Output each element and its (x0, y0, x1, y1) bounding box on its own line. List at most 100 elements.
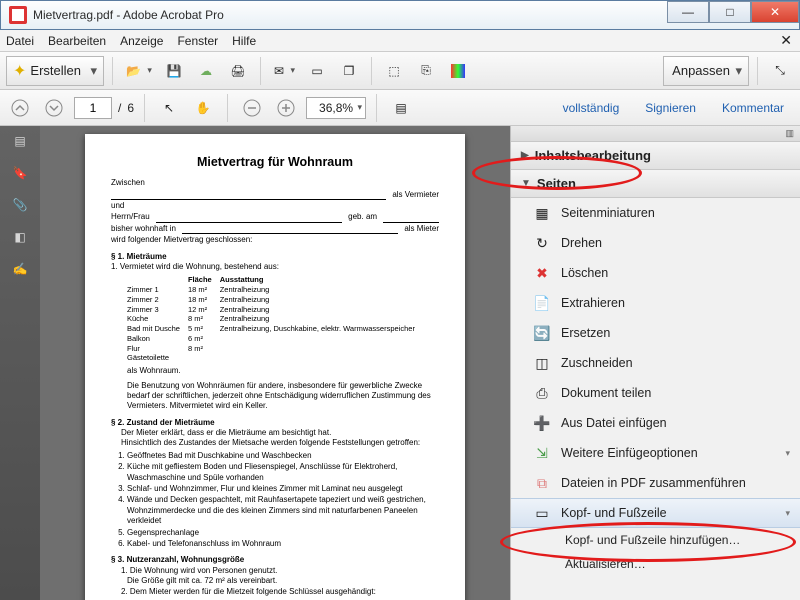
tool-item-more[interactable]: ⇲ Weitere Einfügeoptionen ▾ (511, 438, 800, 468)
crop-icon: ◫ (533, 354, 551, 372)
cursor-icon: ↖ (164, 101, 174, 115)
attachments-panel-icon[interactable]: 📎 (13, 198, 28, 212)
arrow-up-icon (11, 99, 29, 117)
menu-close-icon[interactable]: ✕ (780, 32, 792, 49)
maximize-button[interactable]: □ (709, 1, 751, 23)
page-total: 6 (127, 101, 134, 115)
thumbs-icon: ▦ (533, 204, 551, 222)
rotate-icon: ↻ (533, 234, 551, 252)
pages-icon: ❐ (344, 64, 355, 78)
mail-icon: ✉ (274, 64, 284, 78)
tool-subitem[interactable]: Kopf- und Fußzeile hinzufügen… (511, 528, 800, 552)
view-full-link[interactable]: vollständig (553, 101, 630, 115)
extract-icon: 📄 (533, 294, 551, 312)
tool-item-label: Zuschneiden (561, 356, 633, 370)
tool2-button[interactable]: ❐ (335, 57, 363, 85)
thumbnails-panel-icon[interactable]: ▤ (14, 134, 25, 148)
window-title: Mietvertrag.pdf - Adobe Acrobat Pro (33, 8, 224, 22)
document-view[interactable]: Mietvertrag für Wohnraum Zwischen als Ve… (40, 126, 510, 600)
cloud-icon: ☁ (200, 64, 212, 78)
minimize-button[interactable]: — (667, 1, 709, 23)
email-button[interactable]: ✉ (269, 57, 299, 85)
folder-open-icon: 📂 (126, 64, 141, 78)
sign-link[interactable]: Signieren (635, 101, 706, 115)
tool-item-label: Drehen (561, 236, 602, 250)
open-button[interactable]: 📂 (121, 57, 156, 85)
fullscreen-button[interactable]: ⤡ (766, 57, 794, 85)
customize-button[interactable]: Anpassen (663, 56, 749, 86)
tool-item-label: Dateien in PDF zusammenführen (561, 476, 746, 490)
tool-item-thumbs[interactable]: ▦ Seitenminiaturen (511, 198, 800, 228)
accordion-pages[interactable]: ▼Seiten (511, 170, 800, 198)
insert-icon: ➕ (533, 414, 551, 432)
tool5-button[interactable] (444, 57, 472, 85)
plus-circle-icon (277, 99, 295, 117)
tool-item-label: Seitenminiaturen (561, 206, 655, 220)
export-icon: ⎘ (421, 63, 431, 78)
bookmarks-panel-icon[interactable]: 🔖 (13, 166, 28, 180)
tool3-button[interactable]: ⬚ (380, 57, 408, 85)
tool-item-crop[interactable]: ◫ Zuschneiden (511, 348, 800, 378)
menu-file[interactable]: Datei (6, 34, 34, 48)
select-tool-button[interactable]: ✋ (189, 94, 217, 122)
title-bar: Mietvertrag.pdf - Adobe Acrobat Pro — □ … (0, 0, 800, 30)
combine-icon: ⧉ (533, 474, 551, 492)
close-button[interactable]: ✕ (751, 1, 799, 23)
tool-subitem[interactable]: Aktualisieren… (511, 552, 800, 576)
menu-window[interactable]: Fenster (177, 34, 218, 48)
page-number-input[interactable] (74, 97, 112, 119)
accordion-content-editing[interactable]: ▶Inhaltsbearbeitung (511, 142, 800, 170)
tool1-button[interactable]: ▭ (303, 57, 331, 85)
color-icon (451, 64, 465, 78)
tool-item-label: Kopf- und Fußzeile (561, 506, 667, 520)
replace-icon: 🔄 (533, 324, 551, 342)
tools-panel: ▥ ▶Inhaltsbearbeitung ▼Seiten ▦ Seitenmin… (510, 126, 800, 600)
menu-help[interactable]: Hilfe (232, 34, 256, 48)
main-area: ▤ 🔖 📎 ◧ ✍ Mietvertrag für Wohnraum Zwisc… (0, 126, 800, 600)
tool-item-extract[interactable]: 📄 Extrahieren (511, 288, 800, 318)
dropdown-icon: ▾ (785, 448, 790, 459)
tool-item-delete[interactable]: ✖Löschen (511, 258, 800, 288)
tool-item-split[interactable]: ⎙ Dokument teilen (511, 378, 800, 408)
arrow-down-icon (45, 99, 63, 117)
fit-icon: ▤ (395, 101, 406, 115)
layers-panel-icon[interactable]: ◧ (14, 230, 25, 244)
signatures-panel-icon[interactable]: ✍ (13, 262, 28, 276)
cloud-button[interactable]: ☁ (192, 57, 220, 85)
save-button[interactable]: 💾 (160, 57, 188, 85)
panel-menu-icon[interactable]: ▥ (785, 128, 794, 139)
zoom-input[interactable]: 36,8% (306, 97, 366, 119)
split-icon: ⎙ (533, 384, 551, 402)
doc-title: Mietvertrag für Wohnraum (111, 154, 439, 170)
prev-page-button[interactable] (6, 94, 34, 122)
comment-link[interactable]: Kommentar (712, 101, 794, 115)
print-button[interactable]: 🖨 (224, 57, 252, 85)
create-button[interactable]: ✦Erstellen (6, 56, 104, 86)
tool-item-label: Extrahieren (561, 296, 625, 310)
collapsed-icon: ▶ (521, 150, 529, 161)
panel-header: ▥ (511, 126, 800, 142)
menu-edit[interactable]: Bearbeiten (48, 34, 106, 48)
zoom-in-button[interactable] (272, 94, 300, 122)
zoom-out-button[interactable] (238, 94, 266, 122)
tool-item-rotate[interactable]: ↻ Drehen (511, 228, 800, 258)
tool-item-header[interactable]: ▭Kopf- und Fußzeile▾ (511, 498, 800, 528)
fit-width-button[interactable]: ▤ (387, 94, 415, 122)
tool-item-combine[interactable]: ⧉ Dateien in PDF zusammenführen (511, 468, 800, 498)
print-icon: 🖨 (230, 64, 245, 78)
tool-item-replace[interactable]: 🔄Ersetzen (511, 318, 800, 348)
pdf-page: Mietvertrag für Wohnraum Zwischen als Ve… (85, 134, 465, 600)
tool4-button[interactable]: ⎘ (412, 57, 440, 85)
hand-icon: ✋ (196, 101, 211, 115)
left-nav-strip: ▤ 🔖 📎 ◧ ✍ (0, 126, 40, 600)
tool-item-insert[interactable]: ➕Aus Datei einfügen (511, 408, 800, 438)
page-icon: ▭ (311, 64, 322, 78)
minus-circle-icon (243, 99, 261, 117)
more-icon: ⇲ (533, 444, 551, 462)
menu-view[interactable]: Anzeige (120, 34, 163, 48)
hand-tool-button[interactable]: ↖ (155, 94, 183, 122)
tool-item-label: Weitere Einfügeoptionen (561, 446, 698, 460)
tool-item-label: Dokument teilen (561, 386, 651, 400)
next-page-button[interactable] (40, 94, 68, 122)
create-icon: ✦ (13, 61, 26, 81)
